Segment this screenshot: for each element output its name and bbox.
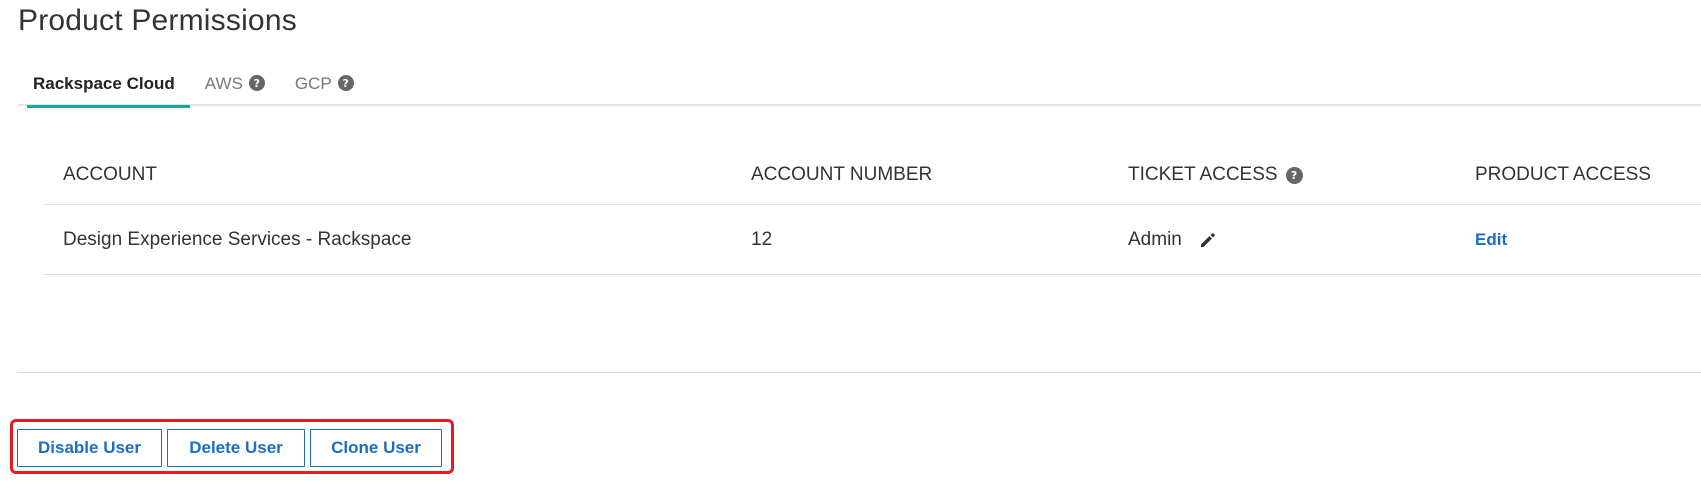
tab-label: Rackspace Cloud: [33, 74, 175, 93]
column-header-label: TICKET ACCESS: [1128, 164, 1278, 185]
column-header-label: ACCOUNT NUMBER: [751, 164, 933, 185]
column-header-product-access: PRODUCT ACCESS: [1455, 164, 1701, 186]
clone-user-button[interactable]: Clone User: [310, 429, 442, 467]
permissions-table: ACCOUNT ACCOUNT NUMBER TICKET ACCESS ? P…: [43, 146, 1701, 275]
tab-aws[interactable]: AWS ?: [190, 60, 280, 106]
column-header-label: PRODUCT ACCESS: [1475, 164, 1651, 185]
section-divider: [18, 372, 1701, 373]
edit-product-access-link[interactable]: Edit: [1475, 230, 1507, 250]
cell-account-number: 12: [731, 229, 1108, 251]
column-header-ticket-access: TICKET ACCESS ?: [1108, 164, 1455, 186]
page-title: Product Permissions: [18, 4, 297, 37]
table-header-row: ACCOUNT ACCOUNT NUMBER TICKET ACCESS ? P…: [43, 146, 1701, 205]
question-circle-icon[interactable]: ?: [248, 75, 265, 91]
pencil-icon[interactable]: [1198, 230, 1218, 250]
tab-rackspace-cloud[interactable]: Rackspace Cloud: [18, 60, 190, 108]
delete-user-button[interactable]: Delete User: [167, 429, 305, 467]
product-permissions-page: Product Permissions Rackspace Cloud AWS …: [0, 0, 1701, 483]
column-header-account-number: ACCOUNT NUMBER: [731, 164, 1108, 186]
table-row: Design Experience Services - Rackspace 1…: [43, 205, 1701, 275]
cell-product-access: Edit: [1455, 230, 1701, 250]
tab-label: GCP: [294, 74, 332, 93]
account-number: 12: [751, 228, 773, 250]
tab-gcp[interactable]: GCP ?: [280, 60, 369, 106]
cell-account: Design Experience Services - Rackspace: [43, 229, 731, 251]
question-circle-icon[interactable]: ?: [337, 75, 354, 91]
cell-ticket-access: Admin: [1108, 229, 1455, 251]
column-header-label: ACCOUNT: [63, 164, 157, 185]
user-actions-group: Disable User Delete User Clone User: [17, 429, 442, 467]
disable-user-button[interactable]: Disable User: [17, 429, 162, 467]
account-name: Design Experience Services - Rackspace: [63, 228, 412, 250]
tab-bar: Rackspace Cloud AWS ? GCP ?: [18, 60, 1701, 108]
ticket-access-value: Admin: [1128, 228, 1182, 250]
column-header-account: ACCOUNT: [43, 164, 731, 186]
question-circle-icon[interactable]: ?: [1285, 166, 1303, 184]
tab-label: AWS: [204, 74, 243, 93]
